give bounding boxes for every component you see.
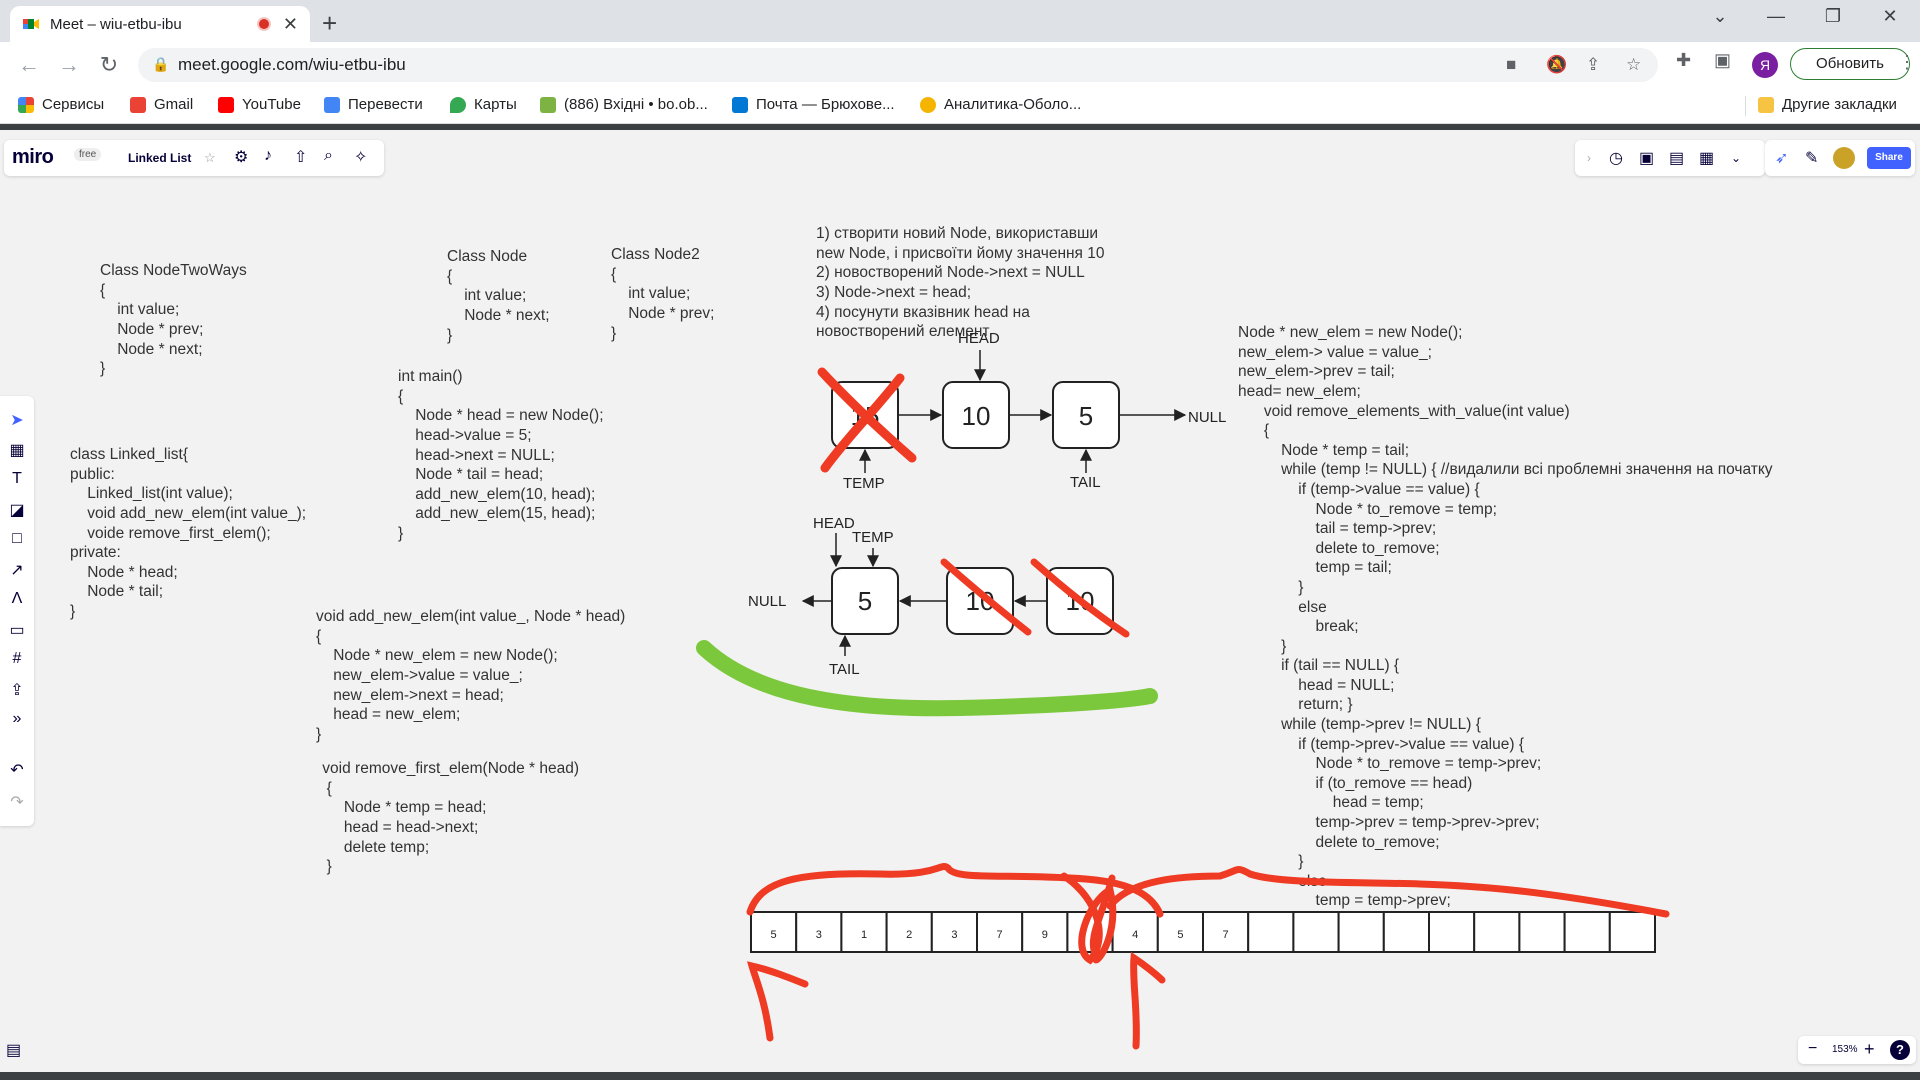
top-linked-list-diagram: 15 10 5 NULL HEAD TEMP TAIL [817,330,1226,492]
temp-label: TEMP [843,475,885,492]
array-cell-value: 4 [1132,929,1138,941]
head-label: HEAD [958,330,1000,347]
array-cell [1608,911,1657,953]
bottom-linked-list-diagram: 5 10 10 NULL HEAD TEMP TAIL [696,515,1158,717]
array-cell-value: 9 [1042,929,1048,941]
array-cell-value: 5 [1177,929,1183,941]
array-strip: 5 3 1 2 3 7 9 4 5 7 [750,911,1657,953]
array-cell [1337,911,1385,953]
array-cell-value: 3 [951,929,957,941]
null-label: NULL [1188,409,1226,426]
temp-label: TEMP [852,529,894,546]
array-cell-value: 7 [997,929,1003,941]
node-value: 10 [962,401,991,431]
node-value: 5 [1079,401,1093,431]
array-cell-value: 7 [1223,929,1229,941]
node-value: 5 [858,586,872,616]
array-cell-value: 5 [771,929,777,941]
tail-label: TAIL [1070,474,1101,491]
head-label: HEAD [813,515,855,532]
array-cell [1473,911,1521,953]
array-cell-value: 2 [906,929,912,941]
tail-label: TAIL [829,661,860,678]
array-cell [1518,911,1566,953]
null-label: NULL [748,593,786,610]
array-cell [1247,911,1295,953]
board-drawings: 15 10 5 NULL HEAD TEMP TAIL 5 10 10 NULL… [696,330,1670,1050]
array-cell [1292,911,1340,953]
array-cell [1428,911,1476,953]
array-annotations [746,863,1670,1050]
array-cell-value: 3 [816,929,822,941]
array-cell [1382,911,1431,953]
array-cell-value: 1 [861,929,867,941]
array-cell [1563,911,1611,953]
